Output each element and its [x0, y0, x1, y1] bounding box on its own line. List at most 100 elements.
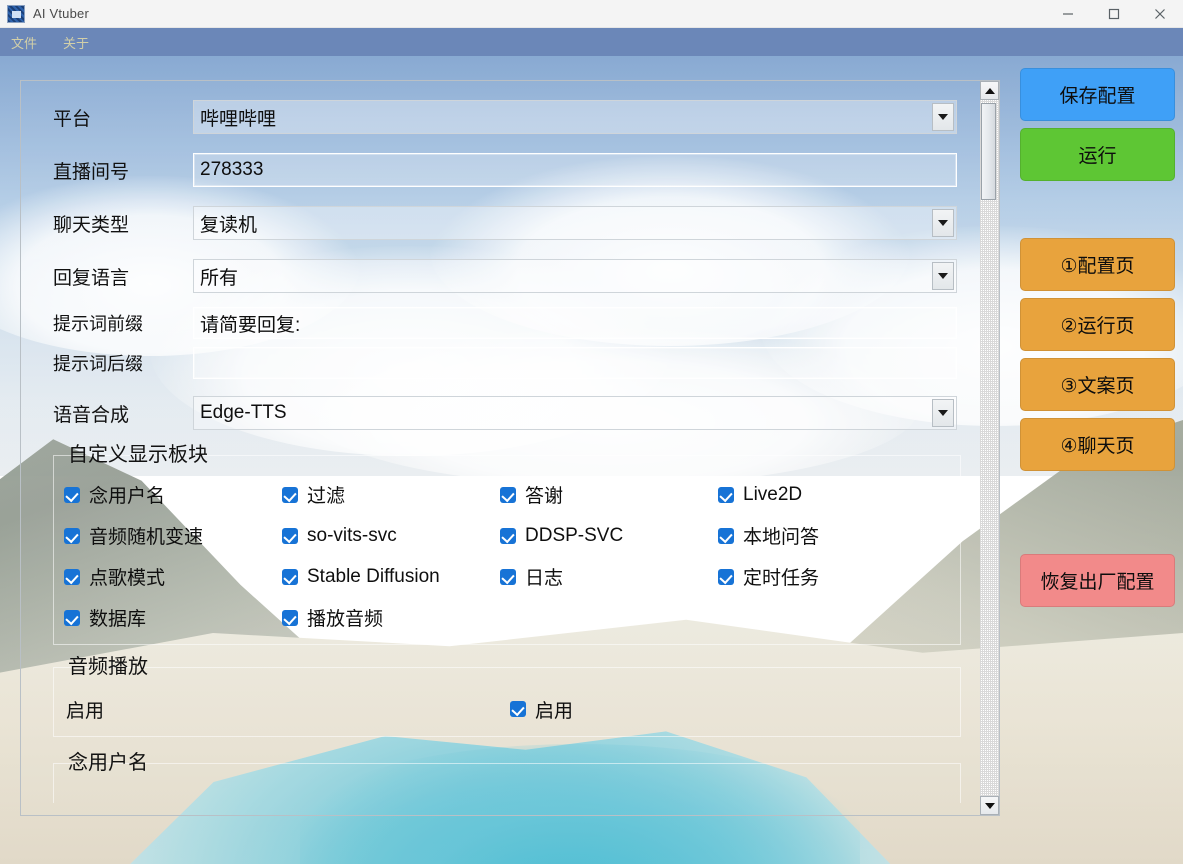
nav-config-page-button[interactable]: ①配置页 — [1020, 238, 1175, 291]
menu-item-file[interactable]: 文件 — [6, 31, 42, 54]
tts-select[interactable]: Edge-TTS — [193, 396, 957, 430]
checkbox-icon[interactable] — [500, 568, 516, 585]
room-id-value: 278333 — [200, 159, 264, 180]
chevron-down-icon[interactable] — [932, 103, 954, 131]
config-form: 平台 哔哩哔哩 直播间号 278333 聊天类型 复读机 回复语言 所有 提示词… — [21, 81, 981, 803]
nav-chat-page-button[interactable]: ④聊天页 — [1020, 418, 1175, 471]
checkbox-label: 日志 — [525, 568, 564, 589]
page-nav-group: ①配置页 ②运行页 ③文案页 ④聊天页 — [1020, 238, 1175, 471]
checkbox-icon[interactable] — [718, 568, 734, 585]
checkbox-item[interactable]: Live2D — [718, 478, 950, 511]
chevron-down-icon[interactable] — [932, 399, 954, 427]
read-username-title: 念用户名 — [68, 752, 148, 774]
reply-language-select[interactable]: 所有 — [193, 259, 957, 293]
checkbox-label: 本地问答 — [743, 527, 820, 548]
chevron-down-icon[interactable] — [932, 209, 954, 237]
checkbox-label: 念用户名 — [89, 486, 166, 507]
form-row-prompt-prefix: 提示词前缀 请简要回复: — [21, 304, 981, 342]
read-username-group: 念用户名 — [53, 752, 961, 803]
menu-bar: 文件 关于 — [0, 28, 1183, 56]
action-sidebar: 保存配置 运行 ①配置页 ②运行页 ③文案页 ④聊天页 恢复出厂配置 — [1020, 68, 1175, 607]
audio-enable-row: 启用 启用 — [64, 686, 950, 732]
checkbox-item[interactable]: 日志 — [500, 560, 718, 593]
checkbox-label: 数据库 — [89, 609, 147, 630]
config-form-area: 平台 哔哩哔哩 直播间号 278333 聊天类型 复读机 回复语言 所有 提示词… — [21, 81, 981, 815]
menu-item-about[interactable]: 关于 — [58, 31, 94, 54]
form-row-reply-language: 回复语言 所有 — [21, 254, 981, 298]
checkbox-icon[interactable] — [500, 486, 516, 503]
checkbox-item[interactable]: 音频随机变速 — [64, 519, 282, 552]
checkbox-item[interactable]: 过滤 — [282, 478, 500, 511]
checkbox-label: 启用 — [535, 700, 574, 722]
audio-enable-label: 启用 — [66, 700, 105, 722]
maximize-icon[interactable] — [1091, 0, 1137, 28]
window-title: AI Vtuber — [33, 6, 89, 21]
save-config-button[interactable]: 保存配置 — [1020, 68, 1175, 121]
checkbox-item[interactable]: 数据库 — [64, 601, 282, 634]
config-scroll-panel: 平台 哔哩哔哩 直播间号 278333 聊天类型 复读机 回复语言 所有 提示词… — [20, 80, 1000, 816]
scroll-up-button[interactable] — [980, 81, 999, 100]
checkbox-label: 过滤 — [307, 486, 346, 507]
checkbox-icon[interactable] — [718, 486, 734, 503]
checkbox-label: Stable Diffusion — [307, 565, 440, 587]
reset-group: 恢复出厂配置 — [1020, 554, 1175, 607]
checkbox-icon[interactable] — [64, 568, 80, 585]
checkbox-icon[interactable] — [282, 568, 298, 585]
minimize-icon[interactable] — [1045, 0, 1091, 28]
checkbox-label: 播放音频 — [307, 609, 384, 630]
prompt-suffix-input[interactable] — [193, 347, 957, 379]
label-tts: 语音合成 — [53, 404, 130, 426]
checkbox-item[interactable]: 点歌模式 — [64, 560, 282, 593]
checkbox-item[interactable]: Stable Diffusion — [282, 560, 500, 593]
checkbox-icon[interactable] — [282, 486, 298, 503]
custom-modules-checkbox-grid: 念用户名 过滤 答谢 Live2D 音频随机变速 so-vits-svc DDS… — [64, 478, 950, 634]
checkbox-icon[interactable] — [500, 527, 516, 544]
platform-value: 哔哩哔哩 — [200, 108, 277, 130]
scrollbar-track[interactable] — [980, 100, 999, 796]
nav-script-page-button[interactable]: ③文案页 — [1020, 358, 1175, 411]
scroll-down-button[interactable] — [980, 796, 999, 815]
form-row-platform: 平台 哔哩哔哩 — [21, 95, 981, 139]
prompt-prefix-input[interactable]: 请简要回复: — [193, 307, 957, 339]
checkbox-label: 音频随机变速 — [89, 527, 204, 548]
checkbox-item[interactable]: 念用户名 — [64, 478, 282, 511]
checkbox-icon[interactable] — [718, 527, 734, 544]
vertical-scrollbar[interactable] — [980, 81, 999, 815]
checkbox-item[interactable]: DDSP-SVC — [500, 519, 718, 552]
label-chat-type: 聊天类型 — [53, 214, 130, 236]
checkbox-item[interactable]: 本地问答 — [718, 519, 950, 552]
factory-reset-button[interactable]: 恢复出厂配置 — [1020, 554, 1175, 607]
scrollbar-thumb[interactable] — [981, 103, 996, 200]
close-icon[interactable] — [1137, 0, 1183, 28]
room-id-input[interactable]: 278333 — [193, 153, 957, 187]
chat-type-select[interactable]: 复读机 — [193, 206, 957, 240]
checkbox-icon[interactable] — [282, 609, 298, 626]
nav-run-page-button[interactable]: ②运行页 — [1020, 298, 1175, 351]
checkbox-item[interactable]: 播放音频 — [282, 601, 500, 634]
window-controls — [1045, 0, 1183, 28]
checkbox-icon[interactable] — [64, 609, 80, 626]
label-prompt-prefix: 提示词前缀 — [53, 314, 143, 334]
checkbox-item[interactable]: 答谢 — [500, 478, 718, 511]
audio-enable-checkbox-item[interactable]: 启用 — [510, 693, 573, 726]
custom-modules-title: 自定义显示板块 — [68, 444, 208, 466]
checkbox-item[interactable]: 定时任务 — [718, 560, 950, 593]
form-row-prompt-suffix: 提示词后缀 — [21, 344, 981, 382]
checkbox-label: so-vits-svc — [307, 524, 397, 546]
run-button[interactable]: 运行 — [1020, 128, 1175, 181]
custom-modules-group: 自定义显示板块 念用户名 过滤 答谢 Live2D 音频随机变速 so-vits… — [53, 444, 961, 645]
form-row-room-id: 直播间号 278333 — [21, 148, 981, 192]
checkbox-icon[interactable] — [510, 701, 526, 717]
checkbox-icon[interactable] — [282, 527, 298, 544]
tts-value: Edge-TTS — [200, 402, 287, 423]
platform-select[interactable]: 哔哩哔哩 — [193, 100, 957, 134]
checkbox-icon[interactable] — [64, 486, 80, 503]
audio-playback-group: 音频播放 启用 启用 — [53, 656, 961, 737]
reply-language-value: 所有 — [200, 267, 239, 289]
checkbox-label: 点歌模式 — [89, 568, 166, 589]
label-prompt-suffix: 提示词后缀 — [53, 354, 143, 374]
chevron-down-icon[interactable] — [932, 262, 954, 290]
checkbox-label: 答谢 — [525, 486, 564, 507]
checkbox-item[interactable]: so-vits-svc — [282, 519, 500, 552]
checkbox-icon[interactable] — [64, 527, 80, 544]
